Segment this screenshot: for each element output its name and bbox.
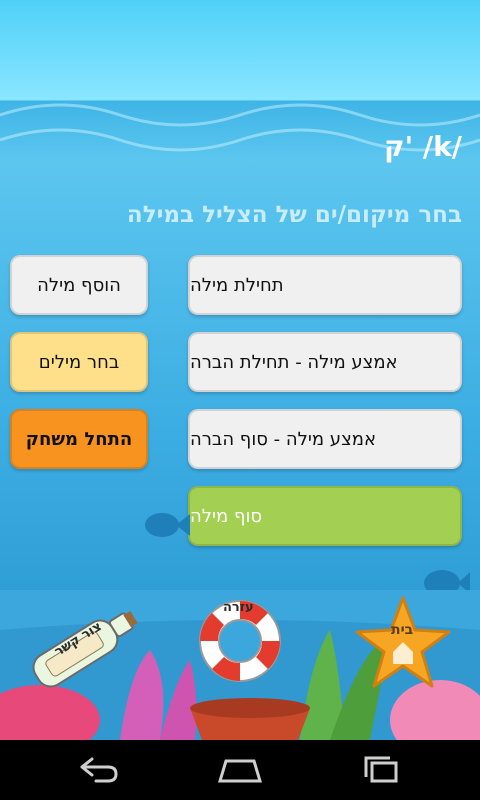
option-label: אמצע מילה - סוף הברה xyxy=(190,428,377,450)
fish-icon xyxy=(145,513,190,537)
help-label: עזרה xyxy=(223,600,254,615)
option-word-start[interactable]: תחילת מילה xyxy=(188,255,462,315)
help-button[interactable]: עזרה xyxy=(195,596,285,686)
option-mid-syllable-start[interactable]: אמצע מילה - תחילת הברה xyxy=(188,332,462,392)
choose-words-label: בחר מילים xyxy=(38,351,120,373)
option-word-end[interactable]: סוף מילה xyxy=(188,486,462,546)
starfish-home-icon xyxy=(355,596,451,688)
add-word-label: הוסף מילה xyxy=(37,274,121,296)
bottle-message-icon xyxy=(32,610,138,688)
start-game-button[interactable]: התחל משחק xyxy=(10,409,148,469)
option-label: אמצע מילה - תחילת הברה xyxy=(190,351,398,373)
system-nav-bar xyxy=(0,740,480,800)
option-label: סוף מילה xyxy=(190,505,263,527)
choose-words-button[interactable]: בחר מילים xyxy=(10,332,148,392)
add-word-button[interactable]: הוסף מילה xyxy=(10,255,148,315)
home-icon[interactable] xyxy=(216,755,264,785)
back-icon[interactable] xyxy=(74,755,122,785)
option-mid-syllable-end[interactable]: אמצע מילה - סוף הברה xyxy=(188,409,462,469)
option-label: תחילת מילה xyxy=(190,274,284,296)
instruction-text: בחר מיקום/ים של הצליל במילה xyxy=(126,202,462,228)
home-label: בית xyxy=(391,622,414,638)
app-screen: ק' /k/ בחר מיקום/ים של הצליל במילה תחילת… xyxy=(0,0,480,800)
contact-button[interactable]: צור קשר xyxy=(22,602,142,692)
start-game-label: התחל משחק xyxy=(25,428,133,450)
home-star-button[interactable]: בית xyxy=(355,594,451,690)
sky xyxy=(0,0,480,100)
page-title: ק' /k/ xyxy=(383,130,462,163)
recent-apps-icon[interactable] xyxy=(358,755,406,785)
